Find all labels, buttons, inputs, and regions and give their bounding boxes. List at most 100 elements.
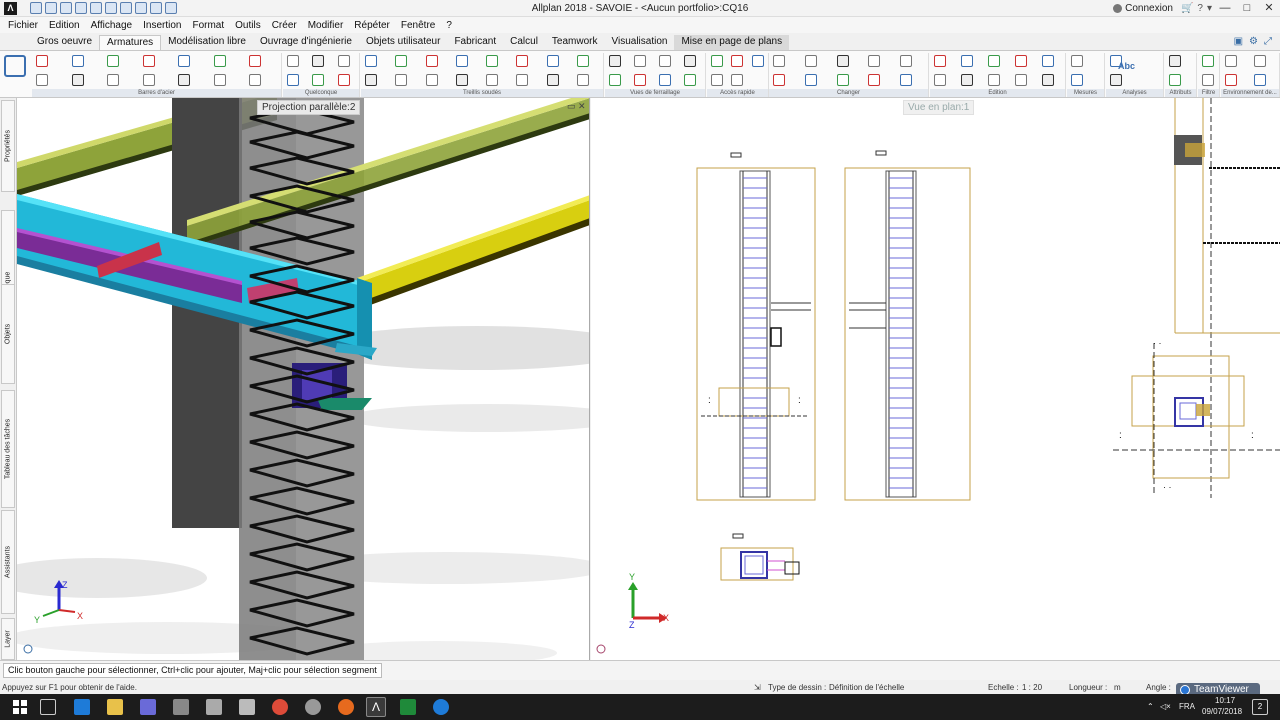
ribbon-tool-icon[interactable] [731,74,744,86]
save-icon[interactable] [60,2,72,14]
menu-item-5[interactable]: Outils [235,20,261,31]
app-icon[interactable] [206,699,222,715]
ribbon-tool-icon[interactable] [576,74,589,86]
scale-value[interactable]: 1 : 20 [1022,683,1042,692]
ribbon-tool-icon[interactable] [142,74,155,86]
ribbon-tab-0[interactable]: Gros oeuvre [30,35,99,50]
ribbon-tool-icon[interactable] [711,55,723,67]
ribbon-tool-icon[interactable] [395,55,408,67]
close-view-icon[interactable]: ✕ [578,101,586,112]
drawing-type-icon[interactable]: ⇲ [754,683,761,692]
ribbon-tool-icon[interactable] [609,55,621,67]
ribbon-tool-icon[interactable] [546,55,559,67]
ribbon-tool-icon[interactable] [249,74,262,86]
ribbon-tool-icon[interactable] [1225,74,1237,86]
menu-item-8[interactable]: Répéter [354,20,390,31]
ribbon-tool-icon[interactable] [1071,55,1083,67]
app2-icon[interactable] [305,699,321,715]
ribbon-tool-icon[interactable] [659,55,671,67]
ribbon-tool-icon[interactable] [516,74,529,86]
ribbon-tool-icon[interactable] [1202,55,1214,67]
excel-icon[interactable] [400,699,416,715]
viewport-3d[interactable]: Z X Y Projection parallèle:2 ▭ ✕ [17,98,590,660]
ribbon-tool-icon[interactable] [287,55,299,67]
ribbon-tool-icon[interactable] [516,55,529,67]
ribbon-tool-icon[interactable] [337,74,350,86]
volume-icon[interactable]: ◁× [1160,702,1171,711]
ribbon-tool-icon[interactable] [1042,55,1054,67]
ribbon-tool-icon[interactable] [425,55,438,67]
ribbon-tab-9[interactable]: Mise en page de plans [674,35,790,50]
menu-item-9[interactable]: Fenêtre [401,20,435,31]
menu-item-6[interactable]: Créer [272,20,297,31]
folder-icon[interactable] [173,699,189,715]
menu-item-3[interactable]: Insertion [143,20,181,31]
open-icon[interactable] [45,2,57,14]
print-icon[interactable] [75,2,87,14]
firefox-icon[interactable] [338,699,354,715]
ribbon-tool-icon[interactable] [455,74,468,86]
ribbon-tool-icon[interactable] [178,74,191,86]
ribbon-tool-icon[interactable] [988,55,1000,67]
ribbon-tab-6[interactable]: Calcul [503,35,545,50]
ribbon-tool-icon[interactable] [107,55,120,67]
ribbon-tool-icon[interactable] [961,55,973,67]
spellcheck-icon[interactable]: Abc [1118,61,1135,71]
ribbon-tool-icon[interactable] [1110,74,1122,86]
ribbon-tool-icon[interactable] [365,74,377,86]
restore-view-icon[interactable]: ▭ [567,101,576,112]
ribbon-tool-icon[interactable] [900,55,913,67]
document-icon[interactable] [239,699,255,715]
ribbon-tool-icon[interactable] [836,55,849,67]
ribbon-tool-icon[interactable] [312,74,325,86]
ribbon-tab-7[interactable]: Teamwork [545,35,605,50]
view3d-caption[interactable]: Projection parallèle:2 [257,100,361,115]
ribbon-tool-icon[interactable] [684,55,696,67]
ribbon-tool-icon[interactable] [731,55,744,67]
ribbon-tool-icon[interactable] [178,55,191,67]
ribbon-tool-icon[interactable] [961,74,973,86]
ribbon-tool-icon[interactable] [71,74,84,86]
ribbon-tool-icon[interactable] [659,74,671,86]
ribbon-tab-3[interactable]: Ouvrage d'ingénierie [253,35,359,50]
windows-start-icon[interactable] [12,699,28,715]
length-value[interactable]: m [1114,683,1121,692]
ribbon-tool-icon[interactable] [804,55,817,67]
ribbon-tab-1[interactable]: Armatures [99,35,162,50]
ribbon-tool-icon[interactable] [365,55,377,67]
expand-icon[interactable]: ⤢ [1264,36,1272,47]
ribbon-tool-icon[interactable] [634,55,646,67]
palette-tab-0[interactable]: Propriétés [1,100,15,192]
ribbon-tool-icon[interactable] [312,55,325,67]
ribbon-tab-8[interactable]: Visualisation [605,35,675,50]
edit-icon[interactable] [165,2,177,14]
clock-time[interactable]: 10:17 [1215,696,1235,705]
ribbon-main-button[interactable] [2,53,30,93]
menu-item-0[interactable]: Fichier [8,20,38,31]
chrome-icon[interactable] [272,699,288,715]
ribbon-tool-icon[interactable] [425,74,438,86]
ribbon-tool-icon[interactable] [1015,74,1027,86]
ribbon-tool-icon[interactable] [1169,74,1181,86]
ribbon-tool-icon[interactable] [1254,74,1266,86]
menu-item-1[interactable]: Edition [49,20,80,31]
ribbon-tool-icon[interactable] [609,74,621,86]
ribbon-tool-icon[interactable] [988,74,1000,86]
ribbon-tool-icon[interactable] [1015,55,1027,67]
ribbon-tool-icon[interactable] [711,74,723,86]
ribbon-tool-icon[interactable] [36,74,48,86]
maximize-button[interactable]: □ [1236,0,1258,17]
view2d-caption[interactable]: Vue en plan:1 [903,100,975,115]
palette-tab-2[interactable]: Objets [1,284,15,384]
allplan-logo-icon[interactable]: Λ [4,2,17,15]
ribbon-tool-icon[interactable] [773,74,785,86]
ribbon-tool-icon[interactable] [1254,55,1266,67]
ribbon-tool-icon[interactable] [107,74,120,86]
ribbon-tool-icon[interactable] [142,55,155,67]
teamviewer-taskbar-icon[interactable] [433,699,449,715]
ribbon-tool-icon[interactable] [1225,55,1237,67]
connexion-button[interactable]: Connexion [1113,3,1173,14]
help-icon[interactable]: ? [1197,3,1203,14]
undo-icon[interactable] [90,2,102,14]
clock-date[interactable]: 09/07/2018 [1202,707,1242,716]
